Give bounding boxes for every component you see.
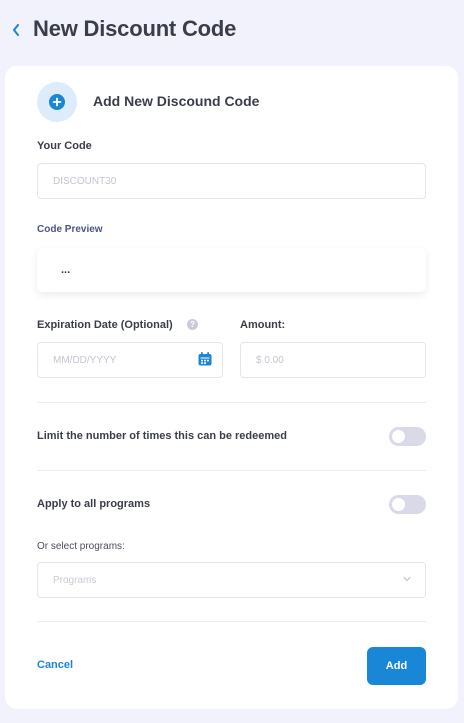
plus-circle-icon (37, 82, 77, 122)
code-preview-label: Code Preview (37, 224, 103, 235)
divider (37, 470, 426, 471)
calendar-icon[interactable] (197, 351, 213, 367)
add-button[interactable]: Add (367, 647, 426, 685)
expiration-label: Expiration Date (Optional) (37, 319, 173, 331)
toggle-knob (392, 430, 405, 443)
apply-all-programs-toggle[interactable] (389, 495, 426, 514)
your-code-label: Your Code (37, 140, 92, 152)
programs-select-placeholder: Programs (53, 574, 97, 586)
expiration-date-input[interactable]: MM/DD/YYYY (37, 342, 223, 378)
code-input[interactable]: DISCOUNT30 (37, 163, 426, 199)
divider (37, 621, 426, 622)
programs-select[interactable]: Programs (37, 562, 426, 598)
chevron-down-icon (403, 576, 411, 582)
chevron-left-icon (13, 24, 19, 36)
limit-redemptions-toggle[interactable] (389, 427, 426, 446)
card-heading: Add New Discound Code (93, 93, 260, 109)
divider (37, 402, 426, 403)
apply-all-programs-label: Apply to all programs (37, 498, 151, 510)
amount-input[interactable]: $ 0.00 (240, 342, 426, 378)
page-header: New Discount Code (0, 0, 464, 62)
back-button[interactable] (9, 20, 23, 40)
expiration-placeholder: MM/DD/YYYY (53, 354, 117, 366)
help-icon[interactable]: ? (187, 319, 198, 330)
code-input-placeholder: DISCOUNT30 (53, 175, 117, 187)
amount-label: Amount: (240, 319, 286, 331)
page-title: New Discount Code (33, 16, 237, 41)
toggle-knob (392, 498, 405, 511)
cancel-button[interactable]: Cancel (37, 659, 73, 671)
amount-placeholder: $ 0.00 (256, 354, 284, 366)
code-preview-value: ... (61, 264, 71, 276)
select-programs-label: Or select programs: (37, 541, 125, 552)
code-preview-box: ... (37, 248, 426, 292)
help-icon-glyph: ? (190, 320, 195, 329)
limit-redemptions-label: Limit the number of times this can be re… (37, 430, 287, 442)
